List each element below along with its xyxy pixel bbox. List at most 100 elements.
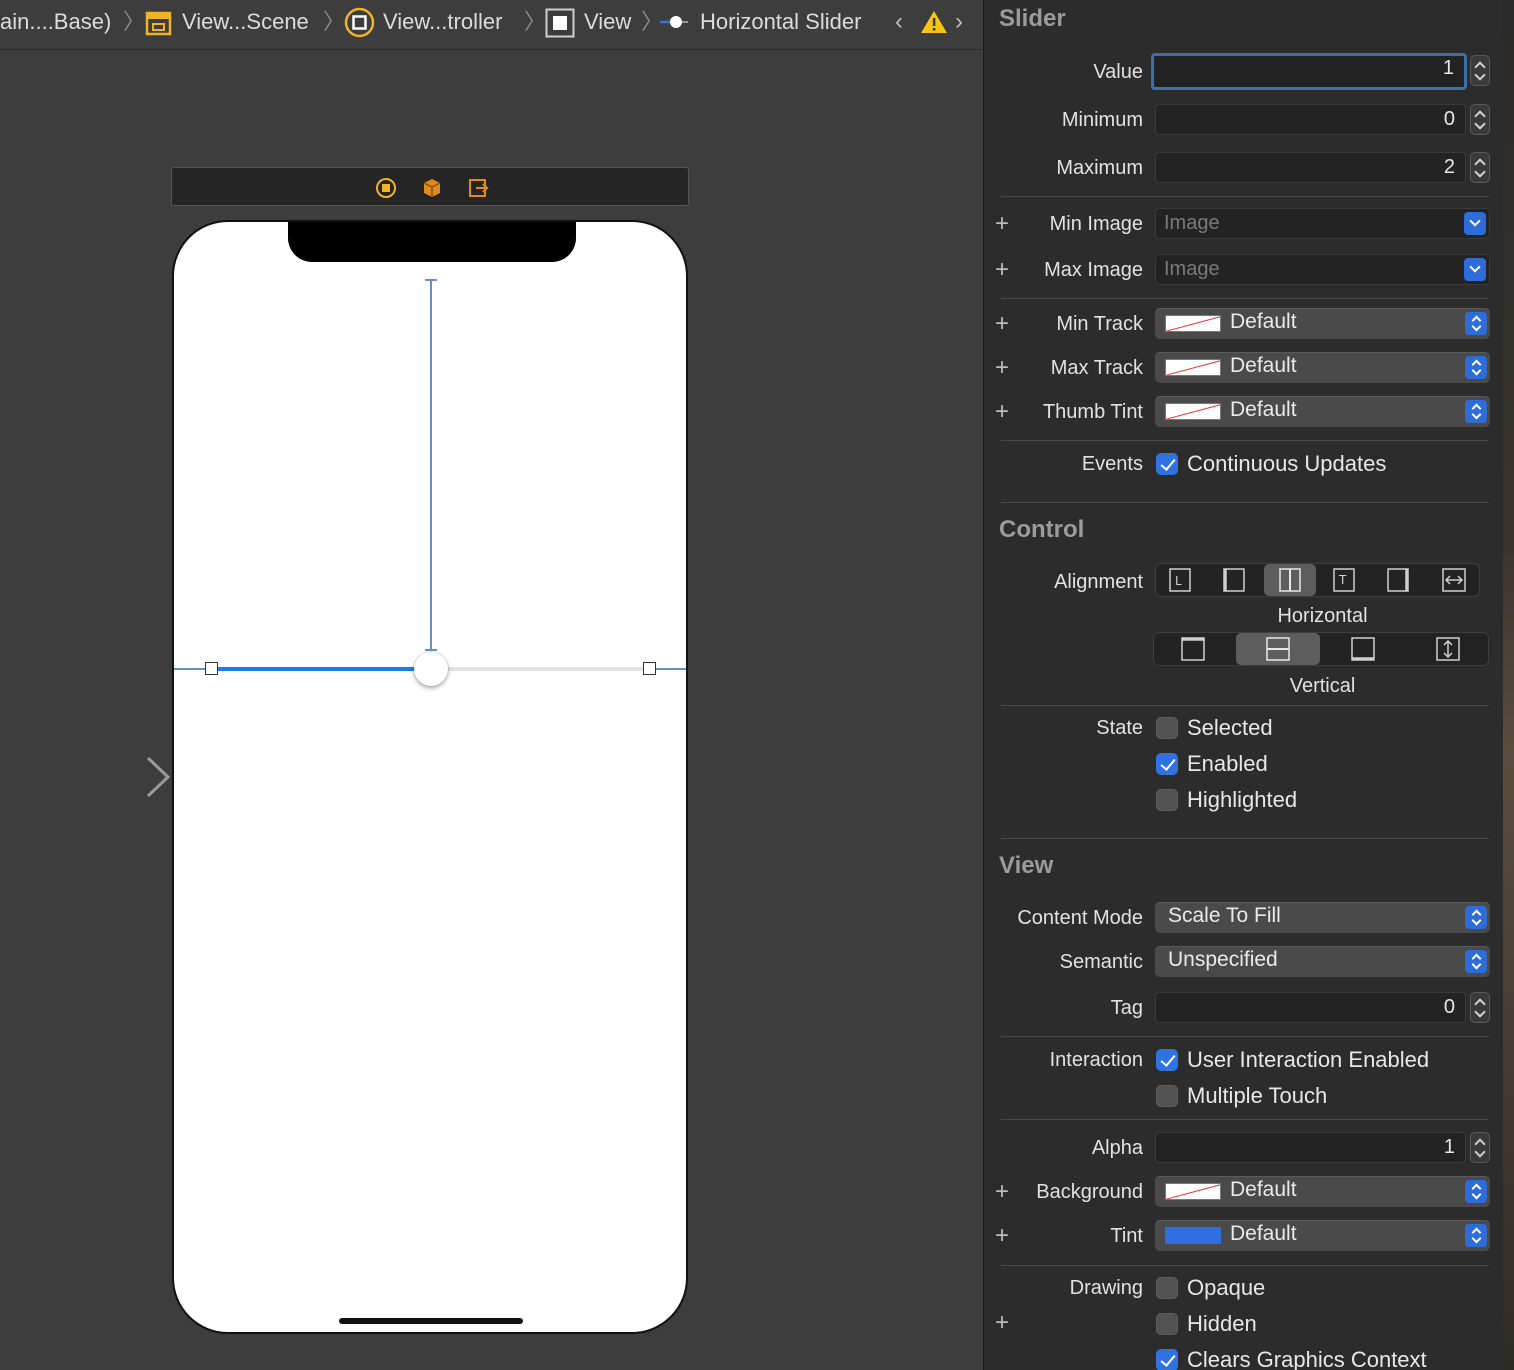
plus-icon[interactable]: +: [995, 400, 1009, 424]
semantic-popup[interactable]: Unspecified: [1155, 946, 1490, 977]
divider: [1001, 1265, 1489, 1266]
multiple-touch-label[interactable]: Multiple Touch: [1187, 1083, 1327, 1109]
horizontal-slider[interactable]: [174, 650, 686, 690]
min-track-value: Default: [1230, 310, 1297, 333]
alpha-stepper[interactable]: [1470, 1132, 1490, 1163]
max-track-color-popup[interactable]: Default: [1155, 352, 1490, 383]
max-image-placeholder: Image: [1164, 258, 1220, 280]
plus-icon[interactable]: +: [995, 1180, 1009, 1204]
max-track-label: Max Track: [1050, 357, 1143, 379]
view-icon: [545, 8, 575, 43]
opaque-checkbox[interactable]: [1156, 1277, 1178, 1299]
color-swatch: [1165, 1227, 1221, 1244]
align-leading-icon[interactable]: L: [1156, 564, 1204, 596]
tag-field[interactable]: 0: [1155, 992, 1466, 1023]
svg-text:L: L: [1175, 574, 1182, 588]
slider-thumb[interactable]: [414, 652, 448, 686]
chevron-up-down-icon: [1465, 1180, 1487, 1203]
opaque-label[interactable]: Opaque: [1187, 1275, 1265, 1301]
plus-icon[interactable]: +: [995, 258, 1009, 282]
content-mode-value: Scale To Fill: [1168, 904, 1281, 927]
storyboard-canvas[interactable]: ain....Base) 〉 View...Scene 〉 View...tro…: [0, 0, 982, 1370]
vertical-caption: Vertical: [1289, 675, 1356, 697]
max-image-combo[interactable]: Image: [1155, 254, 1490, 285]
enabled-label[interactable]: Enabled: [1187, 751, 1268, 777]
view-controller-icon[interactable]: [375, 177, 397, 204]
user-interaction-enabled-label[interactable]: User Interaction Enabled: [1187, 1047, 1429, 1073]
breadcrumb-item-storyboard[interactable]: ain....Base): [0, 8, 111, 36]
selection-handle-left[interactable]: [205, 662, 218, 675]
warning-icon[interactable]: [920, 9, 948, 40]
min-track-color-popup[interactable]: Default: [1155, 308, 1490, 339]
divider: [1001, 838, 1489, 839]
next-issue-icon[interactable]: ›: [955, 8, 963, 36]
breadcrumb-item-scene[interactable]: View...Scene: [182, 8, 309, 36]
continuous-updates-label[interactable]: Continuous Updates: [1187, 451, 1386, 477]
alpha-label: Alpha: [1091, 1137, 1143, 1159]
min-track-label: Min Track: [1056, 313, 1143, 335]
tag-stepper[interactable]: [1470, 992, 1490, 1023]
divider: [1001, 705, 1489, 706]
align-center-vertical-icon[interactable]: [1236, 633, 1320, 665]
slider-max-track: [432, 667, 654, 671]
align-top-icon[interactable]: [1154, 633, 1232, 665]
clears-graphics-context-checkbox[interactable]: [1156, 1349, 1178, 1370]
iphone-device-frame[interactable]: [172, 220, 688, 1334]
vertical-alignment-control[interactable]: [1153, 632, 1489, 666]
highlighted-checkbox[interactable]: [1156, 789, 1178, 811]
thumb-tint-color-popup[interactable]: Default: [1155, 396, 1490, 427]
selected-label[interactable]: Selected: [1187, 715, 1273, 741]
breadcrumb-item-horizontal-slider[interactable]: Horizontal Slider: [700, 8, 861, 36]
user-interaction-enabled-checkbox[interactable]: [1156, 1049, 1178, 1071]
align-right-icon[interactable]: [1374, 564, 1422, 596]
exit-icon[interactable]: [467, 177, 489, 204]
svg-text:T: T: [1338, 573, 1347, 587]
value-field[interactable]: 1: [1151, 53, 1467, 90]
hidden-checkbox[interactable]: [1156, 1313, 1178, 1335]
plus-icon[interactable]: +: [995, 1224, 1009, 1248]
selection-handle-right[interactable]: [643, 662, 656, 675]
chevron-up-down-icon: [1465, 1224, 1487, 1247]
alpha-field[interactable]: 1: [1155, 1132, 1466, 1163]
maximum-field[interactable]: 2: [1155, 152, 1466, 183]
clears-graphics-context-label[interactable]: Clears Graphics Context: [1187, 1347, 1427, 1370]
align-fill-horizontal-icon[interactable]: [1428, 564, 1480, 596]
selected-checkbox[interactable]: [1156, 717, 1178, 739]
enabled-checkbox[interactable]: [1156, 753, 1178, 775]
maximum-stepper[interactable]: [1470, 152, 1490, 183]
background-color-popup[interactable]: Default: [1155, 1176, 1490, 1207]
align-left-icon[interactable]: [1210, 564, 1258, 596]
align-fill-vertical-icon[interactable]: [1408, 633, 1488, 665]
events-label: Events: [1081, 453, 1143, 475]
horizontal-alignment-control[interactable]: L T: [1155, 563, 1480, 597]
color-swatch: [1165, 1183, 1221, 1200]
minimum-stepper[interactable]: [1470, 104, 1490, 135]
maximum-label: Maximum: [1056, 157, 1143, 179]
plus-icon[interactable]: +: [995, 212, 1009, 236]
previous-issue-icon[interactable]: ‹: [895, 8, 903, 36]
tint-color-popup[interactable]: Default: [1155, 1220, 1490, 1251]
chevron-down-icon[interactable]: [1464, 212, 1486, 235]
continuous-updates-checkbox[interactable]: [1156, 453, 1178, 475]
breadcrumb-item-view-controller[interactable]: View...troller: [383, 8, 502, 36]
chevron-up-down-icon: [1465, 950, 1487, 973]
interaction-label: Interaction: [1049, 1049, 1143, 1071]
align-bottom-icon[interactable]: [1324, 633, 1402, 665]
highlighted-label[interactable]: Highlighted: [1187, 787, 1297, 813]
align-center-horizontal-icon[interactable]: [1264, 564, 1316, 596]
minimum-field[interactable]: 0: [1155, 104, 1466, 135]
content-mode-popup[interactable]: Scale To Fill: [1155, 902, 1490, 933]
breadcrumb-item-view[interactable]: View: [584, 8, 631, 36]
entry-point-arrow-icon: [46, 756, 171, 798]
color-swatch: [1165, 315, 1221, 332]
plus-icon[interactable]: +: [995, 1311, 1009, 1335]
value-stepper[interactable]: [1470, 55, 1490, 86]
plus-icon[interactable]: +: [995, 312, 1009, 336]
plus-icon[interactable]: +: [995, 356, 1009, 380]
min-image-combo[interactable]: Image: [1155, 208, 1490, 239]
multiple-touch-checkbox[interactable]: [1156, 1085, 1178, 1107]
first-responder-icon[interactable]: [421, 177, 443, 204]
chevron-down-icon[interactable]: [1464, 258, 1486, 281]
hidden-label[interactable]: Hidden: [1187, 1311, 1257, 1337]
align-trailing-icon[interactable]: T: [1320, 564, 1368, 596]
